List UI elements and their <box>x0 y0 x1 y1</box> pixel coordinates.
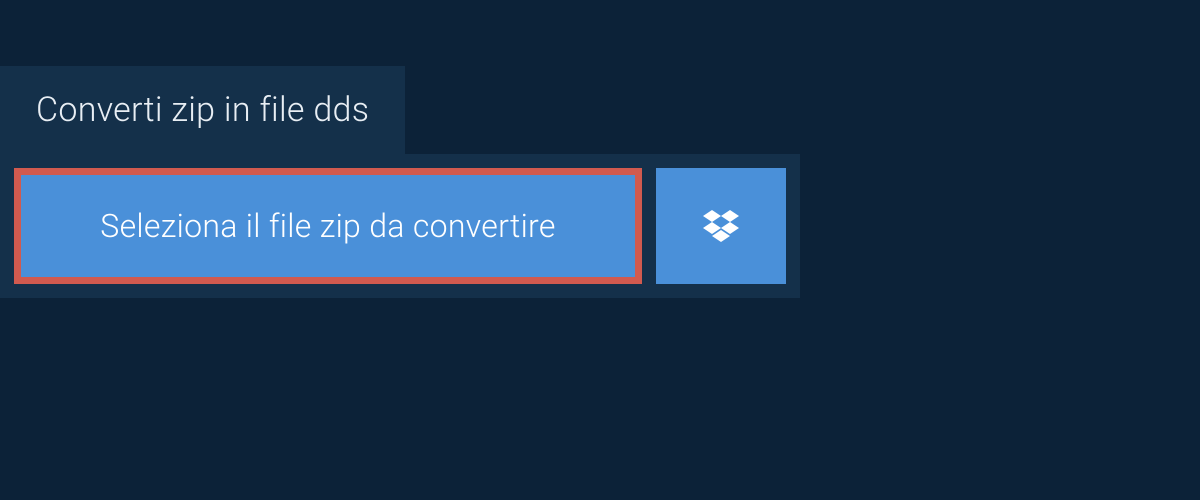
dropbox-icon <box>701 206 741 246</box>
dropbox-button[interactable] <box>656 168 786 284</box>
upload-panel: Seleziona il file zip da convertire <box>0 154 800 298</box>
select-file-button[interactable]: Seleziona il file zip da convertire <box>14 168 642 284</box>
page-title: Converti zip in file dds <box>36 90 369 130</box>
header-tab: Converti zip in file dds <box>0 66 405 154</box>
